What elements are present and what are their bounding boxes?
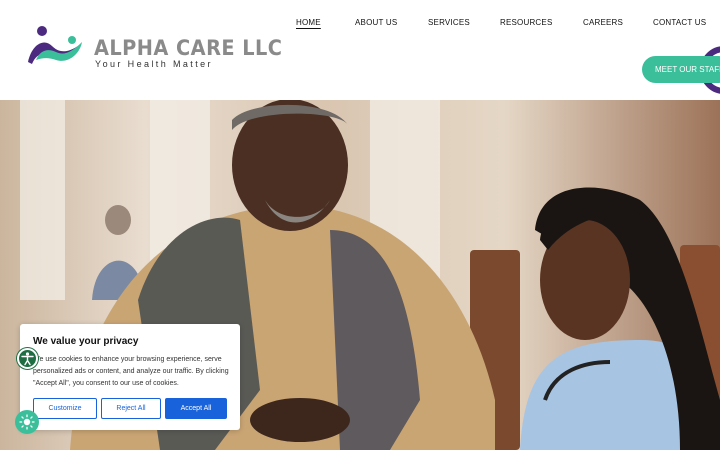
nav-home[interactable]: HOME: [296, 18, 321, 27]
nav-contact-us[interactable]: CONTACT US: [653, 18, 706, 27]
accept-all-button[interactable]: Accept All: [165, 398, 227, 419]
main-nav: HOME ABOUT US SERVICES RESOURCES CAREERS…: [290, 18, 720, 32]
customize-button[interactable]: Customize: [33, 398, 97, 419]
nav-services[interactable]: SERVICES: [428, 18, 470, 27]
nav-careers[interactable]: CAREERS: [583, 18, 623, 27]
cookie-banner-text: We use cookies to enhance your browsing …: [33, 356, 229, 387]
meet-our-staff-button[interactable]: MEET OUR STAFF: [642, 56, 720, 83]
nav-resources[interactable]: RESOURCES: [500, 18, 552, 27]
nav-about-us[interactable]: ABOUT US: [355, 18, 397, 27]
brand-tagline: Your Health Matter: [95, 59, 213, 69]
cookie-banner-title: We value your privacy: [33, 336, 139, 347]
sun-icon: [19, 414, 35, 430]
brand-logo[interactable]: ALPHA CARE LLC Your Health Matter: [26, 24, 282, 72]
cookie-consent-banner: We value your privacy We use cookies to …: [20, 324, 240, 430]
alpha-care-logo-icon: [28, 26, 82, 64]
site-header: ALPHA CARE LLC Your Health Matter HOME A…: [0, 0, 720, 100]
brand-name: ALPHA CARE LLC: [94, 36, 283, 60]
theme-toggle-button[interactable]: [15, 410, 39, 434]
accessibility-button[interactable]: [17, 348, 38, 369]
reject-all-button[interactable]: Reject All: [101, 398, 161, 419]
accessibility-icon: [21, 352, 34, 366]
